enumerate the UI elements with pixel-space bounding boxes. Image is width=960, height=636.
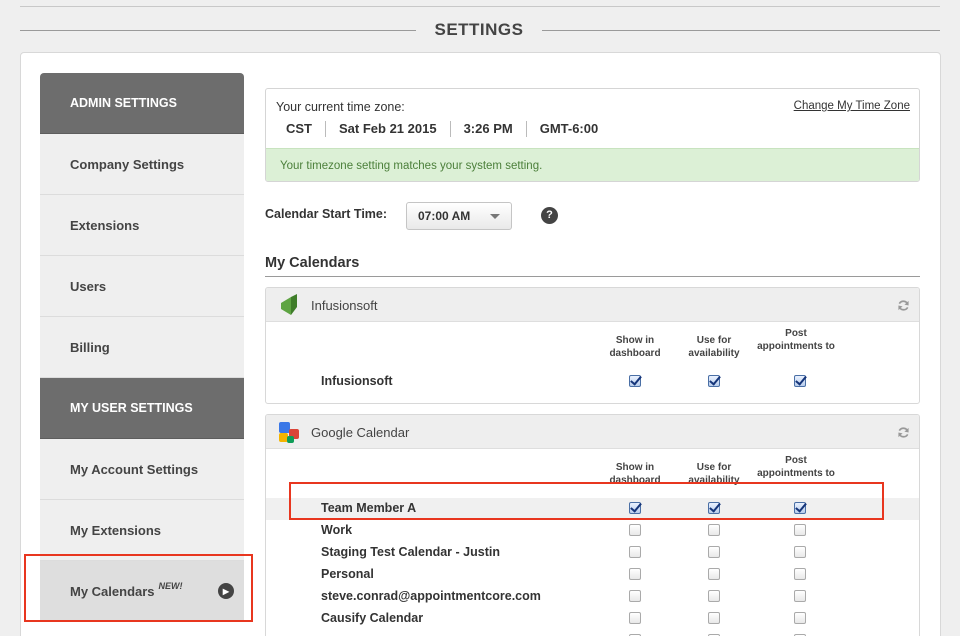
sidebar-item-users[interactable]: Users — [40, 256, 244, 317]
calendar-row: Personal — [266, 564, 919, 586]
show-in-dashboard-checkbox[interactable] — [629, 502, 641, 514]
column-header-post-appointments-to: Post appointments to — [757, 455, 835, 479]
calendar-start-time-value: 07:00 AM — [418, 209, 471, 223]
post-appointments-checkbox[interactable] — [794, 375, 806, 387]
column-header-show-in-dashboard: Show in dashboard — [609, 335, 661, 359]
calendar-group-infusionsoft: Infusionsoft Show in dashboard Use for a… — [265, 287, 920, 404]
timezone-panel: Your current time zone: Change My Time Z… — [265, 88, 920, 182]
post-appointments-checkbox[interactable] — [794, 612, 806, 624]
use-for-availability-checkbox[interactable] — [708, 375, 720, 387]
calendar-row: Staging Test Calendar - Justin — [266, 542, 919, 564]
calendar-row — [266, 630, 919, 636]
sidebar-item-label: Company Settings — [70, 156, 185, 172]
sidebar-item-label: My Extensions — [70, 522, 162, 538]
calendar-start-time-label: Calendar Start Time: — [265, 207, 388, 221]
page-title: SETTINGS — [434, 20, 524, 39]
calendar-name: Causify Calendar — [321, 611, 424, 625]
timezone-time: 3:26 PM — [449, 121, 526, 137]
column-header-use-for-availability: Use for availability — [688, 335, 740, 359]
column-header-use-for-availability: Use for availability — [688, 462, 740, 486]
sidebar-header-my-user-settings: MY USER SETTINGS — [40, 378, 244, 439]
new-badge: NEW! — [158, 581, 183, 591]
calendar-group-header: Infusionsoft — [266, 288, 919, 322]
refresh-icon[interactable] — [897, 426, 910, 439]
calendar-name: Staging Test Calendar - Justin — [321, 545, 500, 559]
my-calendars-title: My Calendars — [265, 255, 360, 271]
column-header-show-in-dashboard: Show in dashboard — [609, 462, 661, 486]
sidebar-header-label: ADMIN SETTINGS — [70, 96, 177, 110]
sidebar-item-my-calendars[interactable]: My Calendars NEW! ▶ — [40, 561, 244, 622]
post-appointments-checkbox[interactable] — [794, 502, 806, 514]
use-for-availability-checkbox[interactable] — [708, 502, 720, 514]
sidebar-item-label: Billing — [70, 339, 110, 355]
sidebar-header-admin-settings: ADMIN SETTINGS — [40, 73, 244, 134]
show-in-dashboard-checkbox[interactable] — [629, 590, 641, 602]
sidebar-item-company-settings[interactable]: Company Settings — [40, 134, 244, 195]
section-divider — [265, 276, 920, 277]
post-appointments-checkbox[interactable] — [794, 568, 806, 580]
calendar-row: Causify Calendar — [266, 608, 919, 630]
refresh-icon[interactable] — [897, 299, 910, 312]
calendar-row: Work — [266, 520, 919, 542]
calendar-group-title: Google Calendar — [311, 425, 410, 440]
show-in-dashboard-checkbox[interactable] — [629, 568, 641, 580]
calendar-name: Team Member A — [321, 501, 417, 515]
calendar-name: steve.conrad@appointmentcore.com — [321, 589, 541, 603]
sidebar-item-label: Extensions — [70, 217, 140, 233]
calendar-group-header: Google Calendar — [266, 415, 919, 449]
show-in-dashboard-checkbox[interactable] — [629, 524, 641, 536]
sidebar-item-label: My Account Settings — [70, 461, 199, 477]
post-appointments-checkbox[interactable] — [794, 524, 806, 536]
calendar-group-google-calendar: Google Calendar Show in dashboard Use fo… — [265, 414, 920, 636]
top-divider — [20, 6, 940, 7]
chevron-down-icon — [490, 214, 500, 219]
title-rule-right — [542, 30, 940, 31]
post-appointments-checkbox[interactable] — [794, 546, 806, 558]
use-for-availability-checkbox[interactable] — [708, 568, 720, 580]
calendar-name: Infusionsoft — [321, 374, 393, 388]
help-icon[interactable]: ? — [541, 207, 558, 224]
sidebar-item-my-account-settings[interactable]: My Account Settings — [40, 439, 244, 500]
use-for-availability-checkbox[interactable] — [708, 524, 720, 536]
calendar-name: Work — [321, 523, 353, 537]
show-in-dashboard-checkbox[interactable] — [629, 546, 641, 558]
calendar-name: Personal — [321, 567, 374, 581]
settings-sidebar: ADMIN SETTINGS Company Settings Extensio… — [40, 73, 244, 636]
calendar-row: Infusionsoft — [266, 371, 919, 393]
timezone-zone: CST — [286, 121, 312, 136]
use-for-availability-checkbox[interactable] — [708, 546, 720, 558]
sidebar-item-billing[interactable]: Billing — [40, 317, 244, 378]
calendar-row: steve.conrad@appointmentcore.com — [266, 586, 919, 608]
title-rule-left — [20, 30, 416, 31]
use-for-availability-checkbox[interactable] — [708, 590, 720, 602]
page-header: SETTINGS — [20, 20, 940, 40]
show-in-dashboard-checkbox[interactable] — [629, 612, 641, 624]
calendar-start-time-select[interactable]: 07:00 AM — [406, 202, 512, 230]
use-for-availability-checkbox[interactable] — [708, 612, 720, 624]
sidebar-item-label: My Calendars — [70, 583, 155, 599]
calendar-row: Team Member A — [266, 498, 919, 520]
google-calendar-logo-icon — [279, 422, 299, 443]
timezone-date: Sat Feb 21 2015 — [325, 121, 450, 137]
show-in-dashboard-checkbox[interactable] — [629, 375, 641, 387]
post-appointments-checkbox[interactable] — [794, 590, 806, 602]
column-header-post-appointments-to: Post appointments to — [757, 328, 835, 352]
timezone-offset: GMT-6:00 — [525, 121, 612, 137]
change-time-zone-link[interactable]: Change My Time Zone — [794, 100, 910, 112]
sidebar-item-label: Users — [70, 278, 107, 294]
calendar-group-title: Infusionsoft — [311, 298, 378, 313]
timezone-label: Your current time zone: — [276, 100, 405, 114]
timezone-status-message: Your timezone setting matches your syste… — [266, 148, 919, 181]
sidebar-header-label: MY USER SETTINGS — [70, 401, 193, 415]
timezone-values: CST Sat Feb 21 2015 3:26 PM GMT-6:00 — [286, 121, 611, 137]
sidebar-item-extensions[interactable]: Extensions — [40, 195, 244, 256]
infusionsoft-logo-icon — [281, 294, 297, 315]
chevron-right-icon: ▶ — [218, 583, 234, 599]
sidebar-item-my-extensions[interactable]: My Extensions — [40, 500, 244, 561]
